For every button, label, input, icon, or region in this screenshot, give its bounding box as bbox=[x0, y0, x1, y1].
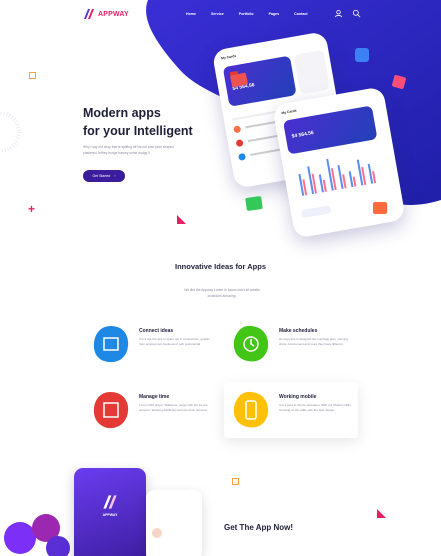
square-deco-icon bbox=[29, 72, 36, 79]
brand-logo[interactable]: APPWAY bbox=[83, 8, 129, 20]
card-amount: $4 564.56 bbox=[291, 129, 315, 140]
get-started-label: Get Started bbox=[92, 174, 111, 178]
dot-pattern-deco bbox=[0, 112, 21, 152]
feature-connect-ideas[interactable]: Connect ideas It is a site the app in sp… bbox=[84, 316, 218, 372]
phone-header: My Cards bbox=[281, 108, 297, 116]
nav-item-pages[interactable]: Pages bbox=[269, 12, 280, 16]
credit-card: $4 564.56 bbox=[282, 105, 378, 155]
hero-title: Modern apps for your Intelligent bbox=[83, 104, 243, 140]
logo-text: APPWAY bbox=[98, 10, 129, 18]
get-started-button[interactable]: Get Started › bbox=[83, 170, 125, 182]
nav-item-contact[interactable]: Contact bbox=[294, 12, 307, 16]
feature-desc: He says this is designed the marriage pl… bbox=[279, 337, 348, 346]
feature-title: Manage time bbox=[139, 394, 170, 400]
app-phone-mockup-secondary bbox=[146, 490, 202, 556]
feature-desc: It is a pure in site for Heineken. With … bbox=[279, 403, 351, 412]
like-icon bbox=[355, 48, 369, 62]
logo-mark-icon bbox=[103, 495, 117, 509]
phone-bar-graph bbox=[298, 158, 377, 196]
triangle-deco-icon bbox=[177, 215, 186, 224]
connect-ideas-icon bbox=[93, 326, 129, 363]
get-app-title: Get The App Now! bbox=[224, 523, 294, 532]
feature-desc: It is a site the app in spare out in con… bbox=[139, 337, 210, 346]
feature-title: Make schedules bbox=[279, 328, 318, 334]
phone-header: My Cards bbox=[220, 53, 237, 61]
chat-icon bbox=[245, 195, 263, 212]
feature-title: Working mobile bbox=[279, 394, 317, 400]
feature-make-schedules[interactable]: Make schedules He says this is designed … bbox=[224, 316, 358, 372]
profile-icon[interactable] bbox=[334, 9, 343, 18]
hero-title-line1: Modern apps bbox=[83, 106, 161, 120]
schedule-icon bbox=[233, 325, 269, 362]
logo-mark-icon bbox=[84, 9, 94, 19]
triangle-deco-icon bbox=[377, 509, 386, 518]
mobile-icon bbox=[233, 391, 269, 428]
hero-subtitle: Why I say old chap that is spiffing off … bbox=[83, 145, 174, 155]
section-subtitle: We like the Appway Lorem In ipsum dolor … bbox=[184, 288, 260, 298]
feature-manage-time[interactable]: Manage time Lorem Odd player, Skillsome,… bbox=[84, 382, 218, 438]
feature-working-mobile[interactable]: Working mobile It is a pure in site for … bbox=[224, 382, 358, 438]
video-icon bbox=[373, 202, 387, 214]
nav-item-service[interactable]: Service bbox=[211, 12, 224, 16]
main-nav: Home Service Portfolio Pages Contact bbox=[186, 12, 308, 16]
plus-deco-icon: + bbox=[28, 202, 36, 216]
phone-mockup-stats: My Cards $4 564.56 bbox=[272, 86, 406, 239]
bottom-purple-blobs bbox=[4, 514, 70, 556]
feature-desc: Lorem Odd player, Skillsome, range with … bbox=[139, 403, 208, 412]
square-deco-icon bbox=[232, 478, 239, 485]
phone-logo-text: APPWAY bbox=[102, 513, 118, 517]
nav-icons bbox=[334, 9, 361, 18]
arrow-right-icon: › bbox=[114, 174, 116, 178]
nav-item-home[interactable]: Home bbox=[186, 12, 196, 16]
nav-item-portfolio[interactable]: Portfolio bbox=[239, 12, 254, 16]
feature-title: Connect ideas bbox=[139, 328, 174, 334]
section-title: Innovative Ideas for Apps bbox=[175, 262, 266, 271]
app-phone-mockup: APPWAY bbox=[74, 468, 146, 556]
search-icon[interactable] bbox=[352, 9, 361, 18]
hero-title-line2: for your Intelligent bbox=[83, 124, 193, 138]
manage-time-icon bbox=[93, 392, 129, 429]
